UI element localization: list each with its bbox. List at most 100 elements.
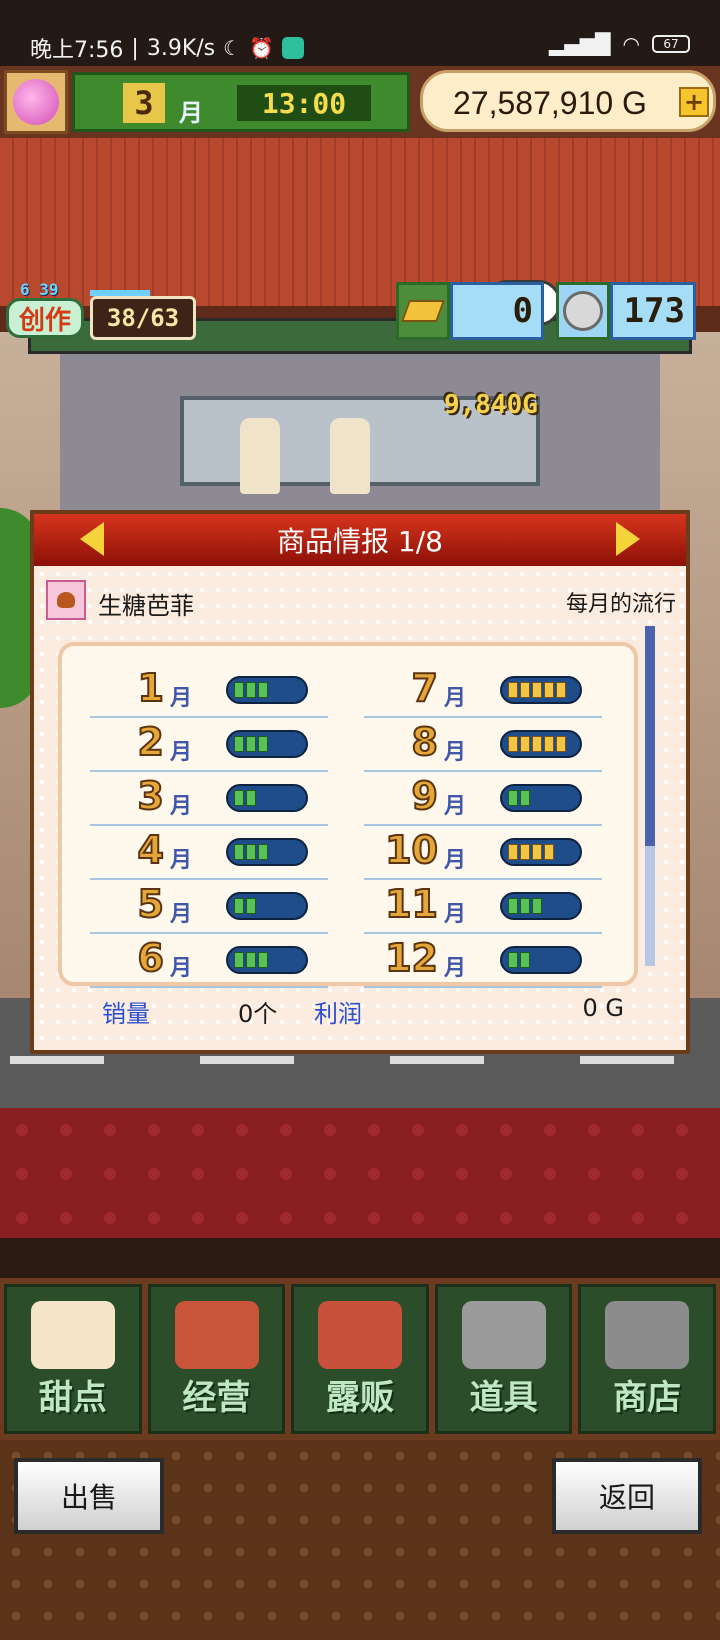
moon-icon: ☾ <box>223 36 242 60</box>
pink-tree-icon <box>13 79 59 125</box>
month-trend-row: 11 月 <box>364 880 602 934</box>
popularity-bar <box>500 784 582 812</box>
wifi-icon: ◠ <box>622 32 640 56</box>
month-number: 1 <box>137 665 165 711</box>
popularity-bar <box>226 892 308 920</box>
add-money-button[interactable]: + <box>679 87 709 117</box>
popularity-pip <box>556 736 566 752</box>
creation-gauge[interactable]: 6 39 创作 38/63 <box>6 280 196 342</box>
alarm-icon: ⏰ <box>249 36 274 60</box>
popularity-bar <box>500 730 582 758</box>
dialog-header: 商品情报 1/8 <box>34 514 686 566</box>
month-unit: 月 <box>444 848 467 873</box>
nav-label: 道具 <box>469 1378 538 1418</box>
popularity-pip <box>556 682 566 698</box>
month-number: 11 <box>384 881 439 927</box>
nav-item-cart[interactable]: 商店 <box>578 1284 716 1434</box>
month-unit: 月 <box>170 794 193 819</box>
month-trend-row: 4月 <box>90 826 328 880</box>
popularity-pip <box>508 844 518 860</box>
creation-level: 6 39 <box>20 280 59 299</box>
chef-character <box>330 418 370 494</box>
popularity-pip <box>520 790 530 806</box>
month-number: 4 <box>137 827 165 873</box>
battery-icon: 67 <box>652 35 690 53</box>
popularity-bar <box>500 676 582 704</box>
popularity-pip <box>520 682 530 698</box>
popularity-pip <box>234 844 244 860</box>
dialog-title: 商品情报 1/8 <box>277 525 443 558</box>
nav-item-cake[interactable]: 甜点 <box>4 1284 142 1434</box>
popularity-pip <box>520 844 530 860</box>
date-display: 3 月 13:00 <box>72 72 410 132</box>
popularity-pip <box>246 898 256 914</box>
nav-label: 甜点 <box>38 1378 107 1418</box>
action-area: 出售 返回 <box>0 1440 720 1640</box>
avatar[interactable] <box>4 70 68 134</box>
popularity-pip <box>532 898 542 914</box>
popularity-pip <box>258 736 268 752</box>
top-hud: 3 月 13:00 27,587,910 G + <box>0 66 720 138</box>
popularity-bar <box>500 946 582 974</box>
next-arrow-icon[interactable] <box>616 522 640 556</box>
popularity-pip <box>258 952 268 968</box>
month-unit: 月 <box>444 956 467 981</box>
nav-item-tools[interactable]: 道具 <box>434 1284 573 1434</box>
popularity-bar <box>226 676 308 704</box>
medal-counter[interactable]: 173 <box>556 282 696 340</box>
popularity-pip <box>544 682 554 698</box>
month-number: 3 <box>123 83 165 123</box>
nav-item-food-truck[interactable]: 露贩 <box>291 1284 429 1434</box>
month-unit: 月 <box>444 686 467 711</box>
popularity-pip <box>508 682 518 698</box>
cake-icon <box>31 1301 115 1369</box>
popularity-pip <box>234 682 244 698</box>
month-trend-row: 10 月 <box>364 826 602 880</box>
popularity-bar <box>500 838 582 866</box>
popularity-pip <box>246 952 256 968</box>
month-trend-row: 9月 <box>364 772 602 826</box>
popularity-pip <box>544 736 554 752</box>
popularity-pip <box>246 736 256 752</box>
tools-icon <box>461 1301 546 1369</box>
parfait-icon <box>46 580 86 620</box>
chef-character <box>240 418 280 494</box>
popularity-pip <box>520 736 530 752</box>
month-number: 7 <box>411 665 439 711</box>
food-truck-icon <box>318 1301 403 1369</box>
creation-badge: 创作 <box>6 298 84 338</box>
sell-button[interactable]: 出售 <box>14 1458 164 1534</box>
bottom-nav: 甜点 经营 露贩 道具 商店 <box>0 1278 720 1440</box>
popularity-pip <box>234 790 244 806</box>
item-row: 生糖芭菲 每月的流行 <box>46 580 676 620</box>
scroll-thumb[interactable] <box>645 626 655 846</box>
popularity-pip <box>508 736 518 752</box>
month-trend-row: 8月 <box>364 718 602 772</box>
month-unit: 月 <box>170 686 193 711</box>
medal-count: 173 <box>610 282 696 340</box>
gold-bar-count: 0 <box>450 282 544 340</box>
road-marking <box>390 1056 484 1064</box>
popularity-pip <box>520 952 530 968</box>
back-button[interactable]: 返回 <box>552 1458 702 1534</box>
trend-label: 每月的流行 <box>565 592 676 617</box>
cart-icon <box>605 1301 690 1369</box>
gold-bar-icon <box>396 282 450 340</box>
nav-label: 露贩 <box>325 1378 394 1418</box>
prev-arrow-icon[interactable] <box>80 522 104 556</box>
popularity-bar <box>500 892 582 920</box>
status-bar: 晚上7:56 | 3.9K/s ☾ ⏰ ▂▄▆█ ◠ 67 <box>0 0 720 66</box>
sales-value: 0个 <box>238 1000 278 1028</box>
monthly-trend-panel[interactable]: 1 月 2 月 3 月 4 月 5 月 6 月 7 月 8 月 9 月 10 月 11 月 12 月 <box>58 642 638 988</box>
popularity-pip <box>532 844 542 860</box>
month-number: 5 <box>137 881 165 927</box>
medal-icon <box>556 282 610 340</box>
nav-item-shop[interactable]: 经营 <box>147 1284 286 1434</box>
profit-value: 0 G <box>582 994 625 1022</box>
gold-bar-counter[interactable]: 0 <box>396 282 544 340</box>
road-marking <box>580 1056 674 1064</box>
scrollbar[interactable] <box>645 626 655 966</box>
popularity-pip <box>520 898 530 914</box>
creation-progress: 38/63 <box>90 296 196 340</box>
month-unit: 月 <box>444 740 467 765</box>
